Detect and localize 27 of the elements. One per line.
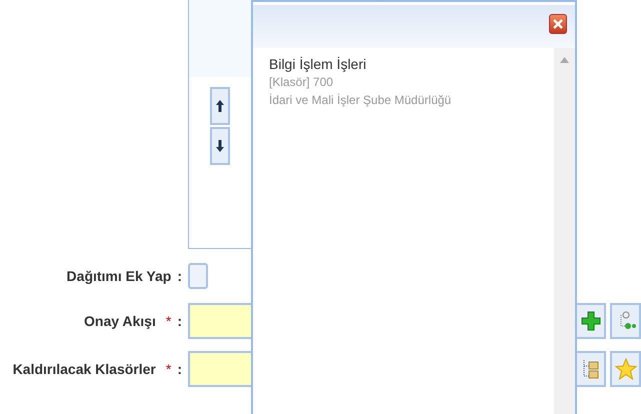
favorite-button[interactable] <box>610 351 641 387</box>
label-colon: : <box>177 360 182 378</box>
close-icon <box>553 19 563 29</box>
star-icon <box>614 358 636 380</box>
arrow-up-icon <box>216 100 224 112</box>
move-up-button[interactable] <box>210 87 230 125</box>
tree-icon <box>580 358 600 380</box>
item-code: [Klasör] 700 <box>269 74 334 91</box>
item-department: İdari ve Mali İşler Şube Müdürlüğü <box>269 92 452 108</box>
move-down-button[interactable] <box>210 127 230 165</box>
close-button[interactable] <box>549 14 567 34</box>
required-mark: * <box>166 312 172 330</box>
tree-button[interactable] <box>575 351 606 387</box>
item-title: Bilgi İşlem İşleri <box>269 55 368 73</box>
label-colon: : <box>177 266 182 286</box>
add-button[interactable] <box>575 303 606 339</box>
field-label: Kaldırılacak Klasörler <box>12 360 156 378</box>
scroll-bar[interactable] <box>554 48 575 414</box>
flow-button[interactable] <box>610 303 641 339</box>
checkbox[interactable] <box>188 263 208 289</box>
required-mark: * <box>166 360 172 378</box>
field-label: Onay Akışı <box>84 312 156 331</box>
field-label: Dağıtımı Ek Yap <box>66 266 172 286</box>
arrow-down-icon <box>216 140 224 152</box>
label-colon: : <box>177 312 182 330</box>
plus-icon <box>580 311 600 331</box>
result-item[interactable]: Bilgi İşlem İşleri [Klasör] 700 İdari ve Mali İşler Şube Müdürlüğü <box>269 55 554 108</box>
